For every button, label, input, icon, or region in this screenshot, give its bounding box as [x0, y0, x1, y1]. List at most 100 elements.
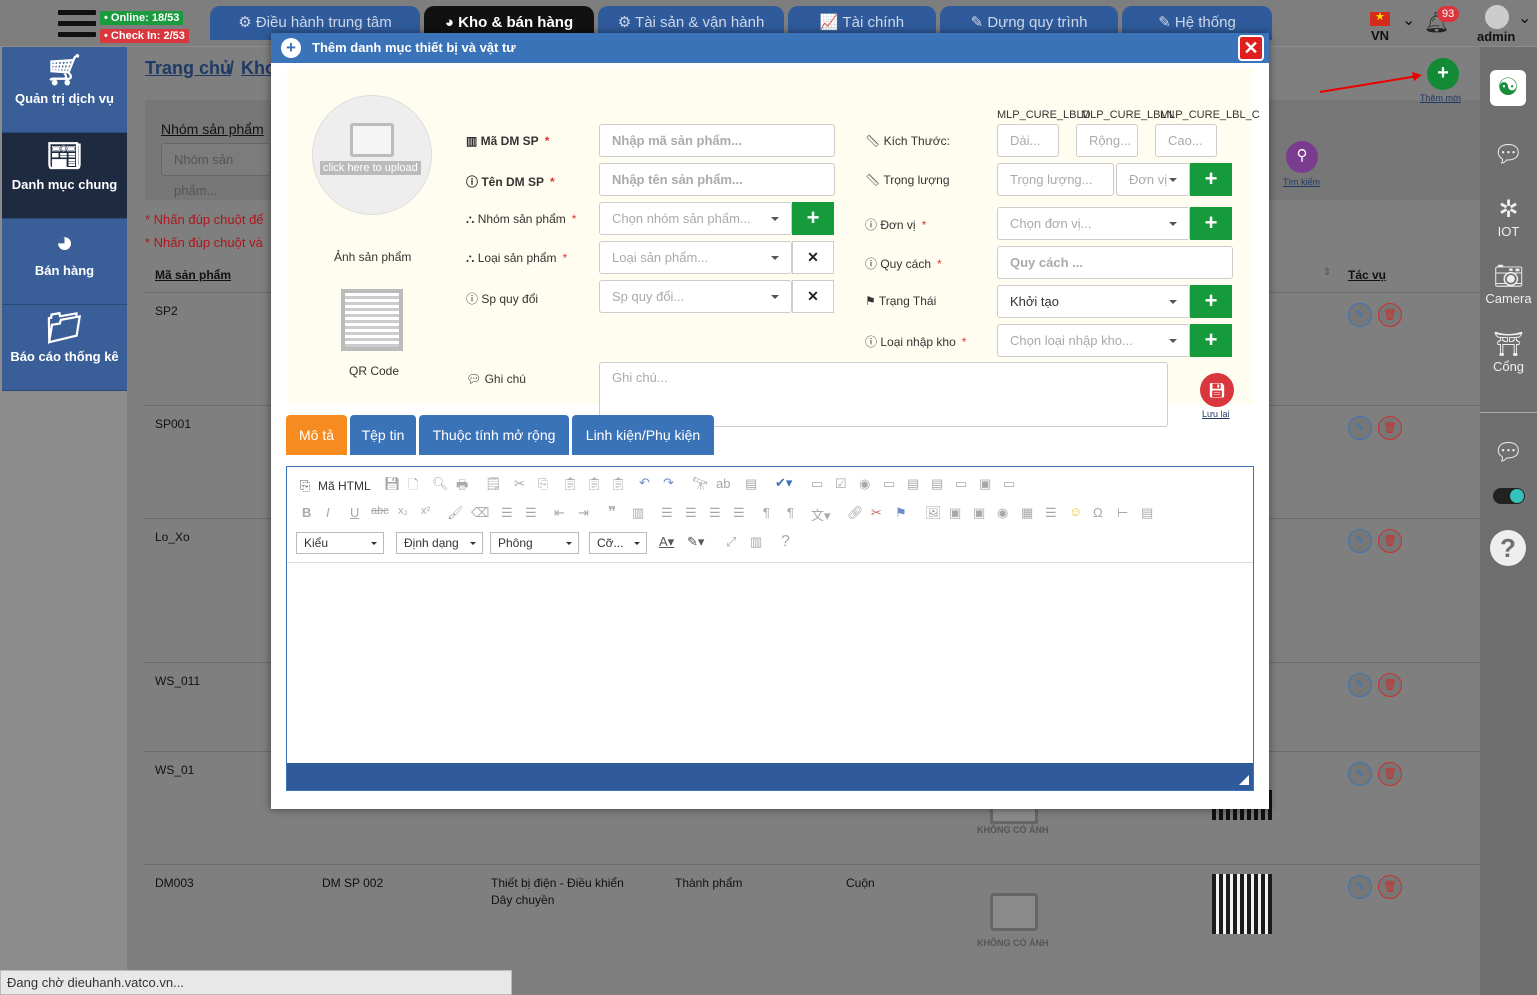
add-status-button[interactable]: + [1190, 285, 1232, 318]
close-button[interactable]: ✕ [1238, 35, 1264, 61]
video-chat-icon[interactable]: 💬︎ [1480, 140, 1537, 169]
edit-icon[interactable]: ✎ [1348, 416, 1372, 440]
length-input[interactable]: Dài... [997, 124, 1059, 157]
source-button[interactable]: Mã HTML [318, 479, 371, 493]
video-chat-icon[interactable]: 💬︎ [1480, 438, 1537, 467]
edit-icon[interactable]: ✎ [1348, 529, 1372, 553]
toggle-switch[interactable] [1493, 488, 1525, 504]
edit-icon[interactable]: ✎ [1348, 875, 1372, 899]
spec-input[interactable]: Quy cách ... [997, 246, 1233, 279]
copy-icon[interactable]: ⎘ [538, 476, 548, 492]
add-group-button[interactable]: + [792, 202, 834, 235]
button-field-icon[interactable]: ▭ [955, 476, 967, 492]
replace-icon[interactable]: ab [716, 476, 730, 491]
trash-icon[interactable]: 🗑︎ [1378, 416, 1402, 440]
product-group-select[interactable]: Chọn nhóm sản phẩm... [599, 202, 792, 235]
unit-select[interactable]: Chọn đơn vị... [997, 207, 1190, 240]
superscript-icon[interactable]: x² [421, 505, 430, 517]
sidebar-item-ban-hang[interactable]: ◕ Bán hàng [2, 219, 127, 305]
clear-type-button[interactable]: ✕ [792, 241, 834, 274]
gate-button[interactable]: ⛩︎ Cổng [1480, 330, 1537, 374]
editor-content[interactable] [287, 564, 1253, 763]
page-break-icon[interactable]: ⊢ [1117, 505, 1128, 521]
ltr-icon[interactable]: ¶ [763, 505, 770, 520]
size-select[interactable]: Cỡ... [589, 532, 647, 554]
add-unit-button[interactable]: + [1190, 207, 1232, 240]
paste-word-icon[interactable]: 📋︎ [610, 476, 627, 492]
weight-input[interactable]: Trọng lượng... [997, 163, 1114, 196]
horizontal-rule-icon[interactable]: ☰ [1045, 505, 1057, 521]
chevron-down-icon[interactable]: ⌄ [1518, 8, 1531, 28]
sidebar-item-bao-cao[interactable]: 📁︎ Báo cáo thống kê [2, 305, 127, 391]
strike-icon[interactable]: abc [371, 505, 389, 517]
rtl-icon[interactable]: ¶ [787, 505, 794, 520]
special-char-icon[interactable]: Ω [1093, 505, 1103, 520]
font-select[interactable]: Phông [490, 532, 579, 554]
sort-icon[interactable]: ⇕ [1323, 267, 1331, 278]
unlink-icon[interactable]: ✂ [871, 505, 882, 521]
language-label[interactable]: VN [1371, 28, 1389, 43]
radio-icon[interactable]: ◉ [859, 476, 870, 492]
column-header-code[interactable]: Mã sản phẩm [155, 268, 231, 282]
add-new-button[interactable]: + [1427, 58, 1459, 90]
undo-icon[interactable]: ↶ [639, 475, 650, 491]
redo-icon[interactable]: ↷ [663, 475, 674, 491]
save-icon[interactable]: 💾︎ [384, 476, 401, 492]
find-icon[interactable]: 🔭︎ [692, 476, 709, 492]
print-icon[interactable]: 🖶 [456, 476, 468, 498]
image-button-icon[interactable]: ▣ [979, 476, 991, 492]
trash-icon[interactable]: 🗑︎ [1378, 762, 1402, 786]
language-icon[interactable]: 文▾ [811, 505, 831, 524]
edit-icon[interactable]: ✎ [1348, 673, 1372, 697]
select-all-icon[interactable]: ▤ [745, 476, 757, 492]
yin-yang-icon[interactable]: ☯ [1490, 70, 1526, 106]
align-right-icon[interactable]: ☰ [709, 505, 721, 521]
avatar[interactable] [1485, 5, 1509, 29]
italic-icon[interactable]: I [326, 505, 330, 520]
vietnam-flag-icon[interactable] [1370, 10, 1390, 26]
copy-format-icon[interactable]: 🖌︎ [447, 505, 464, 521]
paste-text-icon[interactable]: 📋︎ [586, 476, 603, 492]
flash-icon[interactable]: ▣ [949, 505, 961, 521]
help-icon[interactable]: ? [1490, 530, 1526, 566]
hidden-field-icon[interactable]: ▭ [1003, 476, 1015, 492]
camera-button[interactable]: 📷︎ Camera [1480, 262, 1537, 306]
conversion-select[interactable]: Sp quy đổi... [599, 280, 792, 313]
width-input[interactable]: Rộng... [1076, 124, 1138, 157]
paste-icon[interactable]: 📋︎ [562, 476, 579, 492]
flash-icon[interactable]: ◉ [997, 505, 1008, 521]
search-icon[interactable]: ⚲ [1286, 141, 1318, 173]
group-filter-input[interactable]: Nhóm sản phẩm... [161, 143, 271, 198]
blockquote-icon[interactable]: ❞ [608, 503, 616, 521]
source-icon[interactable]: ⎘ [300, 478, 310, 494]
chevron-down-icon[interactable]: ⌄ [1402, 10, 1415, 30]
menu-icon[interactable] [58, 10, 96, 42]
bold-icon[interactable]: B [302, 505, 311, 520]
trash-icon[interactable]: 🗑︎ [1378, 875, 1402, 899]
user-name[interactable]: admin [1477, 29, 1515, 44]
maximize-icon[interactable]: ⤢ [726, 534, 736, 550]
table-icon[interactable]: ▦ [1021, 505, 1033, 521]
add-import-type-button[interactable]: + [1190, 324, 1232, 357]
search-label[interactable]: Tìm kiếm [1283, 177, 1320, 187]
add-weight-unit-button[interactable]: + [1190, 163, 1232, 196]
save-icon[interactable]: 💾︎ [1200, 373, 1234, 407]
resize-handle[interactable] [1239, 775, 1249, 785]
textfield-icon[interactable]: ▭ [883, 476, 895, 492]
trash-icon[interactable]: 🗑︎ [1378, 303, 1402, 327]
product-code-input[interactable]: Nhập mã sản phẩm... [599, 124, 835, 157]
tab-description[interactable]: Mô tả [286, 415, 347, 455]
tab-files[interactable]: Tệp tin [350, 415, 416, 455]
product-type-select[interactable]: Loại sản phẩm... [599, 241, 792, 274]
indent-icon[interactable]: ⇥ [578, 505, 589, 521]
style-select[interactable]: Kiểu [296, 532, 384, 554]
underline-icon[interactable]: U [350, 505, 359, 520]
height-input[interactable]: Cao... [1155, 124, 1217, 157]
cut-icon[interactable]: ✂ [514, 476, 525, 492]
numbered-list-icon[interactable]: ☰ [501, 505, 513, 521]
bg-color-icon[interactable]: ✎▾ [687, 534, 704, 550]
tab-accessories[interactable]: Linh kiện/Phụ kiện [572, 415, 714, 455]
image-icon[interactable]: 🖼︎ [925, 505, 942, 521]
outdent-icon[interactable]: ⇤ [554, 505, 565, 521]
show-blocks-icon[interactable]: ▥ [750, 534, 762, 550]
